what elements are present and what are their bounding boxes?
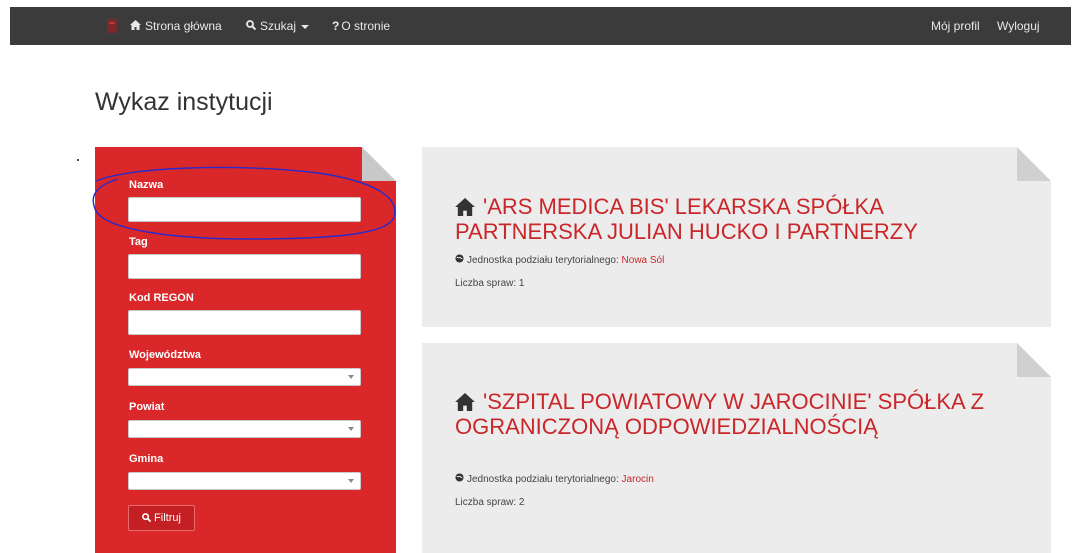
home-icon xyxy=(130,7,141,45)
search-icon xyxy=(246,7,257,45)
county-label: Powiat xyxy=(129,401,165,413)
cases-count-label: Liczba spraw: xyxy=(455,497,517,508)
cases-count-value: 2 xyxy=(518,497,525,508)
nav-search-label: Szukaj xyxy=(260,19,297,33)
dropdown-arrow-icon xyxy=(348,479,354,483)
cases-count: Liczba spraw: 1 xyxy=(455,278,524,289)
home-icon xyxy=(455,197,475,220)
commune-label: Gmina xyxy=(129,453,164,465)
search-icon xyxy=(142,513,152,523)
institution-title[interactable]: 'SZPITAL POWIATOWY W JAROCINIE' SPÓŁKA Z… xyxy=(455,390,1015,438)
institution-title-text: 'SZPITAL POWIATOWY W JAROCINIE' SPÓŁKA Z… xyxy=(455,389,985,439)
territorial-unit-label: Jednostka podziału terytorialnego: xyxy=(467,255,619,266)
question-icon: ? xyxy=(332,19,340,33)
nav-search-dropdown[interactable]: Szukaj xyxy=(246,7,310,45)
globe-icon xyxy=(455,473,464,485)
territorial-unit-label: Jednostka podziału terytorialnego: xyxy=(467,474,619,485)
tag-input[interactable] xyxy=(128,254,361,279)
home-icon xyxy=(455,392,475,415)
nav-home[interactable]: Strona główna xyxy=(130,7,222,45)
card-corner-fold xyxy=(1017,343,1051,377)
filter-button-label: Filtruj xyxy=(154,512,181,524)
name-input[interactable] xyxy=(128,197,361,222)
globe-icon xyxy=(455,254,464,266)
regon-input[interactable] xyxy=(128,310,361,335)
territorial-unit-link[interactable]: Jarocin xyxy=(622,474,654,485)
cases-count-value: 1 xyxy=(518,278,525,289)
institution-card[interactable]: 'ARS MEDICA BIS' LEKARSKA SPÓŁKA PARTNER… xyxy=(422,147,1051,327)
commune-select[interactable] xyxy=(128,472,361,490)
nav-about-label: O stronie xyxy=(341,19,391,33)
stray-dot xyxy=(77,159,79,161)
name-label: Nazwa xyxy=(129,179,164,191)
top-navbar: Strona główna Szukaj ? O stronie Mój prof… xyxy=(10,7,1071,45)
nav-logout-label: Wyloguj xyxy=(997,19,1040,33)
chevron-down-icon xyxy=(301,24,310,29)
institution-title[interactable]: 'ARS MEDICA BIS' LEKARSKA SPÓŁKA PARTNER… xyxy=(455,195,1015,243)
territorial-unit: Jednostka podziału terytorialnego: Nowa … xyxy=(455,254,664,266)
nav-home-label: Strona główna xyxy=(145,19,222,33)
card-corner-fold xyxy=(1017,147,1051,181)
cases-count-label: Liczba spraw: xyxy=(455,278,517,289)
voivodeship-select[interactable] xyxy=(128,368,361,386)
filter-panel: Nazwa Tag Kod REGON Województwa Powiat G… xyxy=(95,147,396,553)
dropdown-arrow-icon xyxy=(348,375,354,379)
nav-about[interactable]: ? O stronie xyxy=(332,7,390,45)
tag-label: Tag xyxy=(129,236,148,248)
institution-title-text: 'ARS MEDICA BIS' LEKARSKA SPÓŁKA PARTNER… xyxy=(455,194,918,244)
territorial-unit-link[interactable]: Nowa Sól xyxy=(622,255,665,266)
territorial-unit: Jednostka podziału terytorialnego: Jaroc… xyxy=(455,473,654,485)
dropdown-arrow-icon xyxy=(348,427,354,431)
nav-profile[interactable]: Mój profil xyxy=(931,7,980,45)
nav-logout[interactable]: Wyloguj xyxy=(997,7,1040,45)
panel-corner-fold xyxy=(362,147,396,181)
page-title: Wykaz instytucji xyxy=(95,88,273,116)
nav-profile-label: Mój profil xyxy=(931,19,980,33)
filter-button[interactable]: Filtruj xyxy=(128,505,195,531)
institution-card[interactable]: 'SZPITAL POWIATOWY W JAROCINIE' SPÓŁKA Z… xyxy=(422,343,1051,553)
county-select[interactable] xyxy=(128,420,361,438)
regon-label: Kod REGON xyxy=(129,292,194,304)
cases-count: Liczba spraw: 2 xyxy=(455,497,524,508)
voivodeship-label: Województwa xyxy=(129,349,201,361)
logo-icon[interactable] xyxy=(105,18,119,34)
